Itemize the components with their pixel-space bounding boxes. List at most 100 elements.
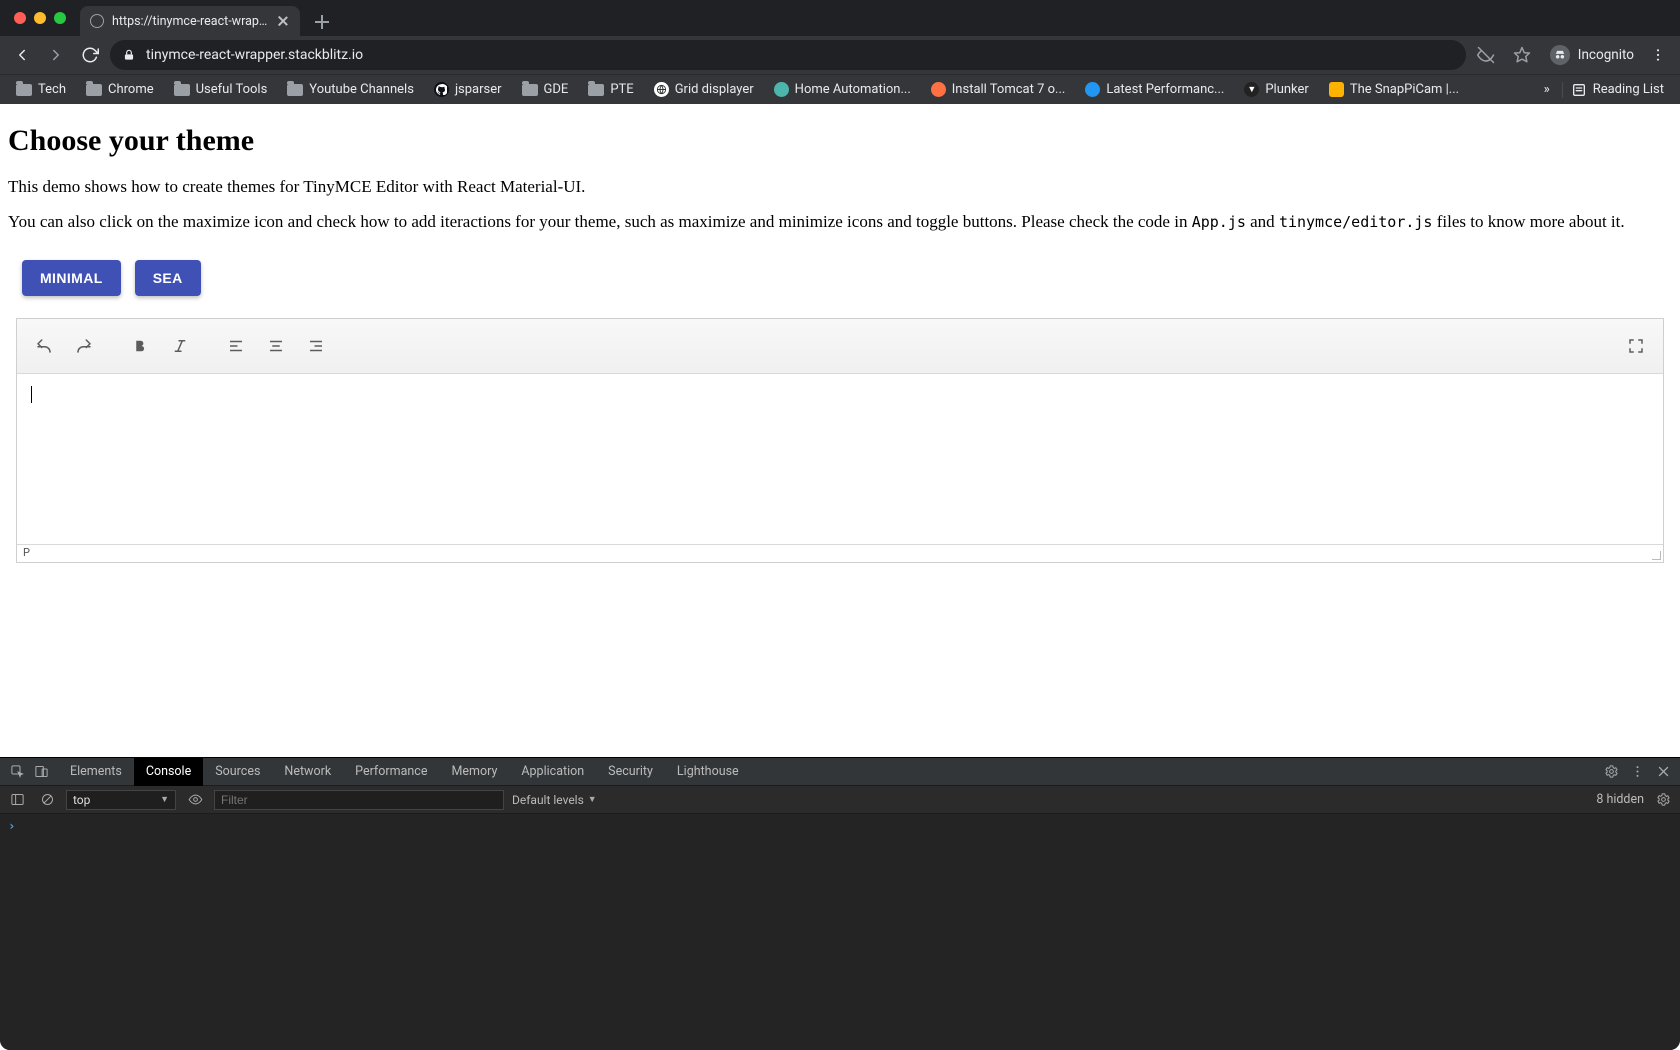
para2-text-c: files to know more about it. [1432, 212, 1624, 231]
close-window-button[interactable] [14, 12, 26, 24]
bookmark-item[interactable]: GDE [514, 78, 577, 101]
address-bar[interactable]: tinymce-react-wrapper.stackblitz.io [110, 40, 1466, 70]
inspect-element-button[interactable] [6, 761, 28, 783]
page-heading: Choose your theme [8, 124, 1672, 158]
devtools-panel: ElementsConsoleSourcesNetworkPerformance… [0, 757, 1680, 1050]
favicon [931, 82, 946, 97]
console-prompt-caret: › [8, 818, 16, 833]
bookmark-label: Home Automation... [795, 82, 911, 97]
bookmark-item[interactable]: Useful Tools [166, 78, 276, 101]
bookmark-item[interactable]: jsparser [426, 78, 510, 101]
redo-button[interactable] [67, 329, 101, 363]
hidden-messages-count[interactable]: 8 hidden [1596, 792, 1644, 807]
forward-button[interactable] [42, 41, 70, 69]
bookmark-item[interactable]: PTE [580, 78, 641, 101]
console-body[interactable]: › [0, 814, 1680, 1050]
devtools-menu-button[interactable] [1626, 761, 1648, 783]
bookmark-item[interactable]: Youtube Channels [279, 78, 422, 101]
devtools-tab-elements[interactable]: Elements [58, 758, 134, 786]
devtools-tab-lighthouse[interactable]: Lighthouse [665, 758, 751, 786]
bookmarks-overflow-button[interactable]: » [1536, 82, 1558, 97]
browser-tab[interactable]: https://tinymce-react-wrapper [80, 6, 300, 36]
bold-button[interactable] [123, 329, 157, 363]
folder-icon [86, 84, 102, 96]
clear-console-button[interactable] [36, 789, 58, 811]
console-settings-button[interactable] [1652, 789, 1674, 811]
reading-list-button[interactable]: Reading List [1562, 82, 1672, 98]
bookmark-item[interactable]: The SnapPiCam |... [1321, 78, 1467, 101]
url-text: tinymce-react-wrapper.stackblitz.io [146, 47, 363, 63]
align-right-button[interactable] [299, 329, 333, 363]
para2-text-a: You can also click on the maximize icon … [8, 212, 1192, 231]
chevron-down-icon: ▼ [588, 794, 597, 805]
devtools-tab-security[interactable]: Security [596, 758, 665, 786]
console-sidebar-toggle[interactable] [6, 789, 28, 811]
lock-icon [122, 48, 136, 62]
log-levels-select[interactable]: Default levels ▼ [512, 793, 597, 807]
editor-content-area[interactable] [17, 374, 1663, 544]
code-app-js: App.js [1192, 213, 1246, 231]
bookmark-item[interactable]: Latest Performanc... [1077, 78, 1232, 101]
minimize-window-button[interactable] [34, 12, 46, 24]
bookmark-item[interactable]: Home Automation... [766, 78, 919, 101]
favicon [1329, 82, 1344, 97]
new-tab-button[interactable] [308, 8, 336, 36]
devtools-tab-sources[interactable]: Sources [203, 758, 272, 786]
align-center-button[interactable] [259, 329, 293, 363]
bookmark-label: PTE [610, 82, 633, 97]
devtools-tab-performance[interactable]: Performance [343, 758, 439, 786]
devtools-tab-network[interactable]: Network [272, 758, 343, 786]
devtools-tab-memory[interactable]: Memory [439, 758, 509, 786]
toolbar-right: Incognito [1472, 41, 1672, 69]
devtools-tab-console[interactable]: Console [134, 758, 203, 786]
device-toggle-button[interactable] [30, 761, 52, 783]
favicon [774, 82, 789, 97]
favicon [1085, 82, 1100, 97]
reading-list-label: Reading List [1593, 82, 1664, 97]
para2-text-b: and [1246, 212, 1279, 231]
incognito-label: Incognito [1578, 47, 1634, 63]
bookmarks-bar: Tech Chrome Useful ToolsYoutube Channelsjs… [0, 74, 1680, 104]
fullscreen-button[interactable] [1619, 329, 1653, 363]
editor-toolbar [17, 319, 1663, 374]
align-left-button[interactable] [219, 329, 253, 363]
bookmark-label: Install Tomcat 7 o... [952, 82, 1066, 97]
bookmark-item[interactable]: ▼Plunker [1236, 78, 1316, 101]
bookmark-label: GDE [544, 82, 569, 97]
theme-sea-button[interactable]: SEA [135, 260, 201, 296]
bookmark-label: Chrome [108, 82, 154, 97]
devtools-close-button[interactable] [1652, 761, 1674, 783]
plus-icon [315, 15, 329, 29]
bookmark-item[interactable]: Chrome [78, 78, 162, 101]
incognito-indicator[interactable]: Incognito [1544, 45, 1640, 65]
folder-icon [287, 84, 303, 96]
live-expression-button[interactable] [184, 789, 206, 811]
close-tab-icon[interactable] [276, 14, 290, 28]
back-button[interactable] [8, 41, 36, 69]
browser-menu-button[interactable] [1648, 45, 1668, 65]
tinymce-editor: P [16, 318, 1664, 563]
italic-button[interactable] [163, 329, 197, 363]
devtools-tabbar: ElementsConsoleSourcesNetworkPerformance… [0, 758, 1680, 786]
execution-context-select[interactable]: top ▼ [66, 790, 176, 810]
eye-off-icon[interactable] [1472, 41, 1500, 69]
bookmark-item[interactable]: Tech [8, 78, 74, 101]
editor-element-path[interactable]: P [23, 546, 30, 559]
devtools-settings-button[interactable] [1600, 761, 1622, 783]
devtools-tab-application[interactable]: Application [509, 758, 596, 786]
editor-status-bar: P [17, 544, 1663, 562]
undo-button[interactable] [27, 329, 61, 363]
star-icon[interactable] [1508, 41, 1536, 69]
bookmark-item[interactable]: Grid displayer [646, 78, 762, 101]
reload-button[interactable] [76, 41, 104, 69]
resize-handle[interactable] [1651, 550, 1661, 560]
theme-minimal-button[interactable]: MINIMAL [22, 260, 121, 296]
folder-icon [16, 84, 32, 96]
console-toolbar: top ▼ Default levels ▼ 8 hidden [0, 786, 1680, 814]
incognito-icon [1550, 45, 1570, 65]
bookmark-label: Grid displayer [675, 82, 754, 97]
bookmark-item[interactable]: Install Tomcat 7 o... [923, 78, 1074, 101]
console-filter-input[interactable] [214, 790, 504, 810]
text-cursor [31, 386, 32, 403]
maximize-window-button[interactable] [54, 12, 66, 24]
